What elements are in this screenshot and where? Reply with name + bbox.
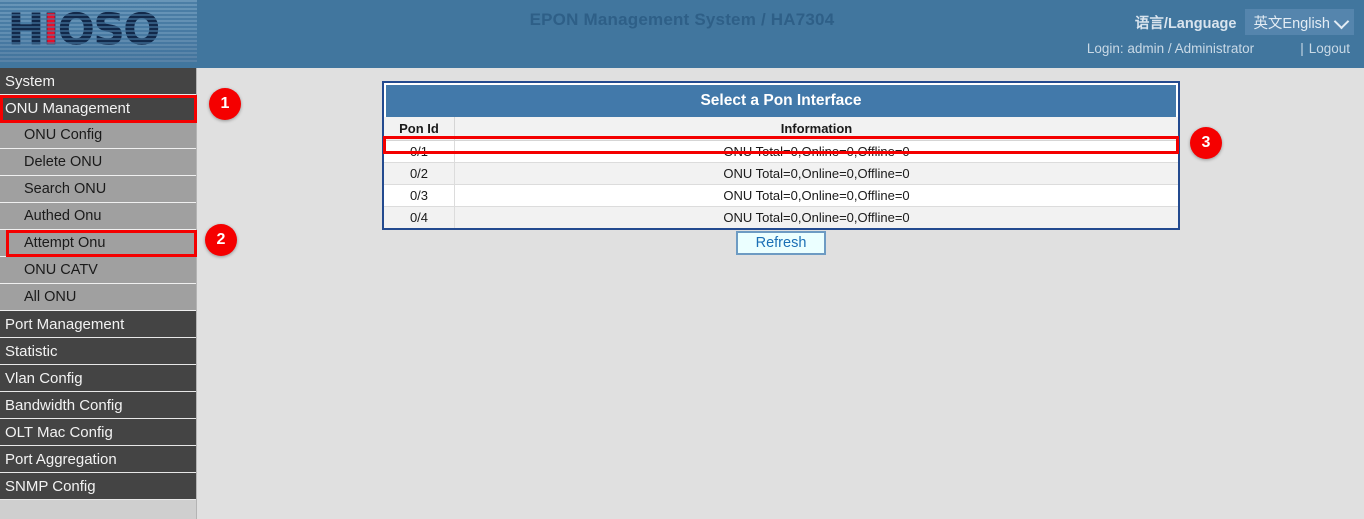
sidebar-item-onu-config[interactable]: ONU Config	[0, 122, 196, 149]
table-row[interactable]: 0/4 ONU Total=0,Online=0,Offline=0	[384, 207, 1178, 229]
table-row[interactable]: 0/2 ONU Total=0,Online=0,Offline=0	[384, 163, 1178, 185]
refresh-button[interactable]: Refresh	[736, 231, 827, 255]
sidebar-nav: System ONU Management ONU Config Delete …	[0, 68, 197, 519]
cell-pon-id[interactable]: 0/2	[384, 163, 455, 185]
pon-interface-table: Pon Id Information 0/1 ONU Total=0,Onlin…	[384, 117, 1178, 228]
panel-title: Select a Pon Interface	[386, 85, 1176, 117]
sidebar-item-port-management[interactable]: Port Management	[0, 311, 196, 338]
cell-pon-id[interactable]: 0/1	[384, 141, 455, 163]
column-header-pon-id: Pon Id	[384, 117, 455, 141]
sidebar-item-search-onu[interactable]: Search ONU	[0, 176, 196, 203]
table-row[interactable]: 0/1 ONU Total=0,Online=0,Offline=0	[384, 141, 1178, 163]
login-separator: |	[1300, 41, 1309, 56]
sidebar-item-vlan-config[interactable]: Vlan Config	[0, 365, 196, 392]
sidebar-item-port-aggregation[interactable]: Port Aggregation	[0, 446, 196, 473]
language-label: 语言/Language	[1135, 12, 1237, 33]
table-row[interactable]: 0/3 ONU Total=0,Online=0,Offline=0	[384, 185, 1178, 207]
cell-pon-id[interactable]: 0/3	[384, 185, 455, 207]
sidebar-item-system[interactable]: System	[0, 68, 196, 95]
sidebar-item-snmp-config[interactable]: SNMP Config	[0, 473, 196, 500]
sidebar-item-onu-management[interactable]: ONU Management	[0, 95, 196, 122]
table-header-row: Pon Id Information	[384, 117, 1178, 141]
sidebar-item-statistic[interactable]: Statistic	[0, 338, 196, 365]
language-select[interactable]: 英文English	[1245, 9, 1354, 35]
main-content: Select a Pon Interface Pon Id Informatio…	[198, 68, 1364, 519]
sidebar-item-delete-onu[interactable]: Delete ONU	[0, 149, 196, 176]
login-bar: Login: admin / Administrator | Logout	[1087, 41, 1364, 56]
cell-pon-id[interactable]: 0/4	[384, 207, 455, 229]
logout-link[interactable]: Logout	[1309, 41, 1364, 56]
column-header-information: Information	[455, 117, 1179, 141]
pon-interface-panel: Select a Pon Interface Pon Id Informatio…	[382, 81, 1180, 230]
cell-information: ONU Total=0,Online=0,Offline=0	[455, 185, 1179, 207]
language-select-value: 英文English	[1253, 12, 1330, 33]
chevron-down-icon	[1334, 14, 1350, 30]
refresh-button-container: Refresh	[382, 231, 1180, 255]
sidebar-item-authed-onu[interactable]: Authed Onu	[0, 203, 196, 230]
cell-information: ONU Total=0,Online=0,Offline=0	[455, 163, 1179, 185]
sidebar-item-bandwidth-config[interactable]: Bandwidth Config	[0, 392, 196, 419]
sidebar-item-attempt-onu[interactable]: Attempt Onu	[0, 230, 196, 257]
annotation-badge-3: 3	[1190, 127, 1222, 159]
cell-information: ONU Total=0,Online=0,Offline=0	[455, 141, 1179, 163]
login-user-text: Login: admin / Administrator	[1087, 41, 1300, 56]
annotation-badge-2: 2	[205, 224, 237, 256]
language-switcher: 语言/Language 英文English	[1135, 9, 1354, 35]
annotation-badge-1: 1	[209, 88, 241, 120]
page-header: HIOSO EPON Management System / HA7304 语言…	[0, 0, 1364, 68]
sidebar-item-all-onu[interactable]: All ONU	[0, 284, 196, 311]
sidebar-item-olt-mac-config[interactable]: OLT Mac Config	[0, 419, 196, 446]
cell-information: ONU Total=0,Online=0,Offline=0	[455, 207, 1179, 229]
sidebar-item-onu-catv[interactable]: ONU CATV	[0, 257, 196, 284]
